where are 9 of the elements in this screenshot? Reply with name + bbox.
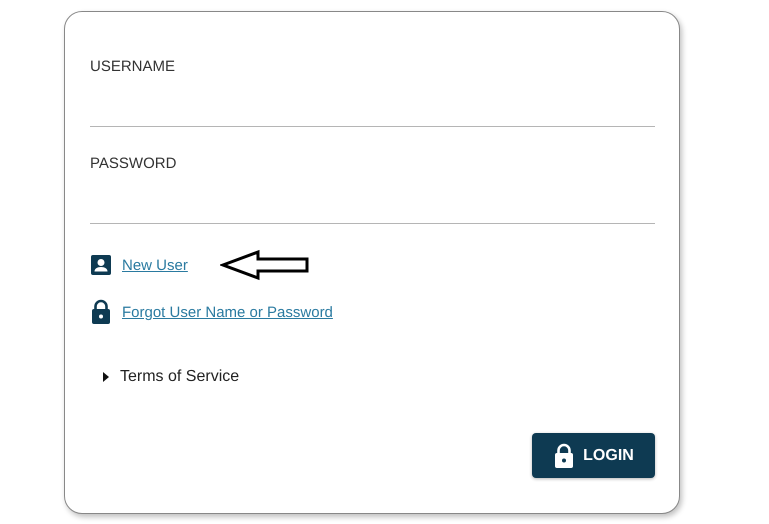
lock-icon (90, 299, 112, 325)
link[interactable]: Forgot User Name or Password (122, 304, 333, 320)
lock-icon (553, 442, 576, 468)
login-button[interactable]: LOGIN (532, 433, 655, 478)
terms-toggle[interactable]: Terms of Service (90, 368, 240, 386)
input-field[interactable]: PASSWORD (90, 155, 655, 224)
input-field[interactable]: USERNAME (90, 58, 655, 127)
user-icon (90, 254, 112, 276)
link[interactable]: New User (122, 256, 188, 274)
